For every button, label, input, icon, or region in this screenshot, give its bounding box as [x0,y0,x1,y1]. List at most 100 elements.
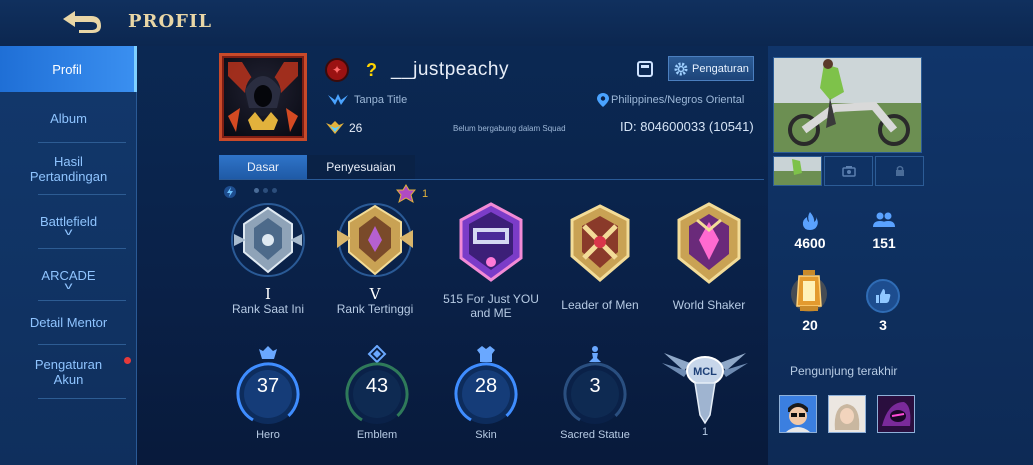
sidebar-item-detail-mentor[interactable]: Detail Mentor [0,308,137,336]
page-dot [272,188,277,193]
highest-rank-stars: 1 [422,188,429,200]
rank-warrior-icon [231,203,305,277]
stat-label: Skin [475,429,497,441]
top-bar: PROFIL [0,0,1033,46]
photo-slot-locked[interactable] [875,156,924,186]
medal-label: World Shaker [672,298,746,312]
squad-status: Belum bergabung dalam Squad [453,124,566,133]
sidebar-item-battlefield[interactable]: Battlefield v [0,206,137,244]
medal-label: Rank Tertinggi [336,302,414,316]
back-arrow-icon [63,11,101,33]
stat-hero[interactable]: 37 Hero [223,345,313,441]
medal-world-shaker[interactable]: World Shaker [654,200,764,312]
like-button[interactable] [866,279,900,313]
visitor-avatar-3[interactable] [877,395,915,433]
medal-current-rank[interactable]: I Rank Saat Ini [213,200,323,316]
flame-icon [802,212,818,230]
hooded-hero-icon [228,62,298,132]
motorbike-photo [774,58,921,152]
stat-label: Hero [256,429,280,441]
stat-label: 1 [701,426,709,438]
sidebar-item-arcade[interactable]: ARCADE v [0,260,137,298]
stat-value: 28 [474,375,498,397]
location-pin-icon [597,93,609,107]
chevron-down-icon: v [64,280,73,292]
camera-icon [841,166,856,177]
photo-slot-camera[interactable] [824,156,873,186]
lantern-icon [791,270,827,312]
sidebar-divider [38,300,126,301]
medal-tier: V [369,285,381,303]
world-shaker-badge-icon [677,202,741,284]
stat-skin[interactable]: 28 Skin [441,345,531,441]
stat-emblem[interactable]: 43 Emblem [332,345,422,441]
page-dot [263,188,268,193]
share-card-icon [637,61,653,77]
followers-value: 151 [872,235,896,251]
medal-515[interactable]: 515 For Just YOU and ME [436,198,546,320]
likes-value: 3 [879,317,887,333]
notification-dot [124,357,131,364]
clan-name: ? [366,59,377,80]
sidebar-divider [38,142,126,143]
page-title: PROFIL [128,11,213,32]
photo-thumbnail [774,157,821,185]
medal-tier: I [265,285,271,303]
stat-value: 37 [256,375,280,397]
profile-tabs: Dasar Penyesuaian [219,155,415,179]
sidebar-item-profil[interactable]: Profil [0,46,137,92]
player-title: Tanpa Title [354,94,408,106]
recent-visitors-label: Pengunjung terakhir [790,364,898,378]
medal-highest-rank[interactable]: V Rank Tertinggi [320,200,430,316]
sidebar-item-label: Album [50,110,87,126]
medal-leader-of-men[interactable]: Leader of Men [545,200,655,312]
stat-label: Emblem [356,429,398,441]
player-name: __justpeachy [391,59,509,80]
thumbs-up-icon [876,289,891,303]
mcl-trophy-icon: MCL [662,353,748,425]
player-location: Philippines/Negros Oriental [611,94,745,106]
tab-dasar[interactable]: Dasar [219,155,307,179]
share-button[interactable] [634,58,656,80]
profile-photo[interactable] [773,57,922,153]
level-badge-icon [326,121,344,134]
clan-badge-icon[interactable]: ✦ [325,58,349,82]
medal-label: Rank Saat Ini [231,302,305,316]
sidebar-item-pengaturan-akun[interactable]: Pengaturan Akun [0,354,137,390]
stat-label: Sacred Statue [560,429,630,441]
lock-icon [895,165,904,176]
sidebar-divider [38,344,126,345]
visitor-avatar-icon [878,396,914,432]
medal-label: 515 For Just YOU and ME [443,292,539,320]
title-row[interactable]: Tanpa Title [327,93,407,107]
stat-value: 43 [365,375,389,397]
popularity-value: 4600 [794,235,826,251]
player-id: ID: 804600033 (10541) [620,119,754,134]
sidebar-item-hasil-pertandingan[interactable]: Hasil Pertandingan [0,148,137,190]
back-button[interactable] [58,6,106,36]
visitor-avatar-icon [829,396,865,432]
crossed-swords-badge-icon [570,204,630,282]
sidebar-item-label: Pengaturan Akun [34,357,103,387]
stat-mcl[interactable]: MCL 1 [660,343,750,438]
title-wings-icon [328,94,348,105]
tab-penyesuaian[interactable]: Penyesuaian [307,155,415,179]
sidebar-item-label: Profil [52,61,82,77]
stat-value: 3 [589,375,601,397]
sidebar: Profil Album Hasil Pertandingan Battlefi… [0,46,137,465]
photo-thumb-1[interactable] [773,156,822,186]
visitor-avatar-icon [780,396,816,432]
visitor-avatar-2[interactable] [828,395,866,433]
sidebar-divider [38,194,126,195]
tab-divider [219,179,764,180]
stat-sacred-statue[interactable]: 3 Sacred Statue [550,345,640,441]
settings-label: Pengaturan [692,62,749,75]
avatar[interactable] [219,53,307,141]
settings-button[interactable]: Pengaturan [668,56,754,81]
sidebar-divider [38,398,126,399]
gear-icon [674,62,688,75]
lightning-icon [224,186,236,198]
visitor-avatar-1[interactable] [779,395,817,433]
sidebar-item-album[interactable]: Album [0,98,137,138]
mcl-badge-text: MCL [693,366,717,378]
